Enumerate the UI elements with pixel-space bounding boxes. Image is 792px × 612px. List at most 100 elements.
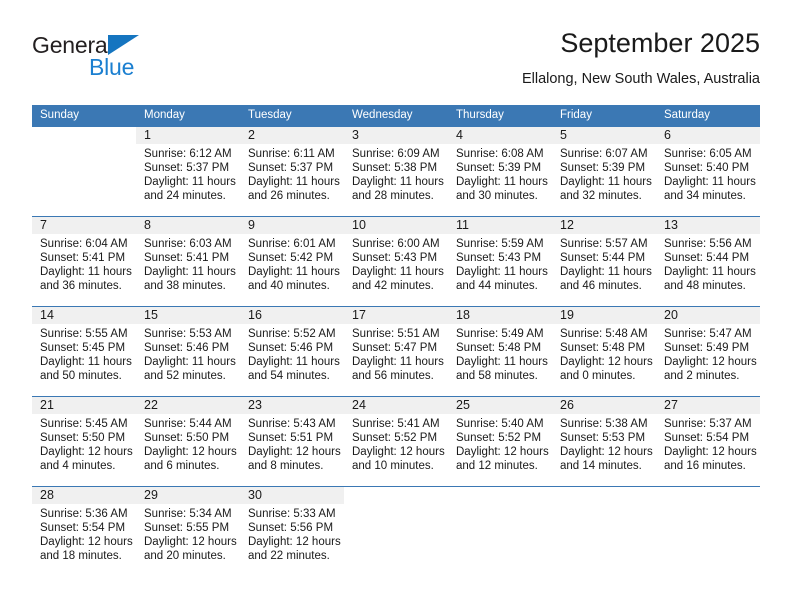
daylight-text-line2: and 32 minutes. [560,190,642,203]
day-cell-content[interactable]: 9 Sunrise: 6:01 AM Sunset: 5:42 PM Daylight… [240,217,344,306]
calendar-table: Sunday Monday Tuesday Wednesday Thursday… [32,105,760,576]
daylight-text-line2: and 26 minutes. [248,190,330,203]
day-cell-content[interactable]: 16 Sunrise: 5:52 AM Sunset: 5:46 PM Dayligh… [240,307,344,396]
day-cell-content[interactable]: 2 Sunrise: 6:11 AM Sunset: 5:37 PM Daylight… [240,127,344,216]
calendar-day-cell: 12 Sunrise: 5:57 AM Sunset: 5:44 PM Dayligh… [552,216,656,307]
day-cell-content[interactable]: 1 Sunrise: 6:12 AM Sunset: 5:37 PM Daylight… [136,127,240,216]
day-number: 11 [448,217,552,234]
day-cell-content[interactable]: 3 Sunrise: 6:09 AM Sunset: 5:38 PM Daylight… [344,127,448,216]
day-cell-content[interactable]: 29 Sunrise: 5:34 AM Sunset: 5:55 PM Dayligh… [136,487,240,576]
day-cell-content[interactable]: 26 Sunrise: 5:38 AM Sunset: 5:53 PM Dayligh… [552,397,656,486]
day-details: Sunrise: 5:33 AM Sunset: 5:56 PM Daylight:… [240,504,344,563]
calendar-day-cell: 2 Sunrise: 6:11 AM Sunset: 5:37 PM Daylight… [240,127,344,217]
sunrise-text: Sunrise: 6:08 AM [456,148,544,160]
calendar-day-cell: 19 Sunrise: 5:48 AM Sunset: 5:48 PM Dayligh… [552,306,656,397]
daylight-text-line1: Daylight: 12 hours [144,536,237,549]
sunset-text: Sunset: 5:52 PM [456,432,542,445]
day-cell-content[interactable]: 23 Sunrise: 5:43 AM Sunset: 5:51 PM Dayligh… [240,397,344,486]
daylight-text-line2: and 42 minutes. [352,280,434,293]
daylight-text-line2: and 20 minutes. [144,550,226,563]
location-subtitle: Ellalong, New South Wales, Australia [521,71,760,87]
calendar-day-cell: 18 Sunrise: 5:49 AM Sunset: 5:48 PM Dayligh… [448,306,552,397]
day-cell-content[interactable]: 4 Sunrise: 6:08 AM Sunset: 5:39 PM Daylight… [448,127,552,216]
sunset-text: Sunset: 5:41 PM [40,252,126,265]
day-cell-content[interactable]: 27 Sunrise: 5:37 AM Sunset: 5:54 PM Dayligh… [656,397,760,486]
calendar-day-cell: 24 Sunrise: 5:41 AM Sunset: 5:52 PM Dayligh… [344,396,448,487]
day-details: Sunrise: 5:55 AM Sunset: 5:45 PM Daylight:… [32,324,136,383]
sunset-text: Sunset: 5:41 PM [144,252,230,265]
day-details: Sunrise: 6:04 AM Sunset: 5:41 PM Daylight:… [32,234,136,293]
sunset-text: Sunset: 5:49 PM [664,342,750,355]
sunrise-text: Sunrise: 6:05 AM [664,148,752,160]
day-details: Sunrise: 6:00 AM Sunset: 5:43 PM Daylight:… [344,234,448,293]
day-cell-content[interactable]: 24 Sunrise: 5:41 AM Sunset: 5:52 PM Dayligh… [344,397,448,486]
daylight-text-line2: and 22 minutes. [248,550,330,563]
calendar-day-cell: 25 Sunrise: 5:40 AM Sunset: 5:52 PM Dayligh… [448,396,552,487]
weekday-header-monday: Monday [136,105,240,127]
day-number: 4 [448,127,552,144]
day-number: 14 [32,307,136,324]
sunrise-text: Sunrise: 6:12 AM [144,148,232,160]
sunset-text: Sunset: 5:39 PM [456,162,542,175]
day-cell-content[interactable]: 12 Sunrise: 5:57 AM Sunset: 5:44 PM Dayligh… [552,217,656,306]
daylight-text-line1: Daylight: 12 hours [40,446,133,459]
day-cell-content[interactable]: 11 Sunrise: 5:59 AM Sunset: 5:43 PM Dayligh… [448,217,552,306]
title-block: September 2025 Ellalong, New South Wales… [522,26,760,90]
weekday-header-row: Sunday Monday Tuesday Wednesday Thursday… [32,105,760,127]
day-cell-content[interactable]: 17 Sunrise: 5:51 AM Sunset: 5:47 PM Dayligh… [344,307,448,396]
daylight-text-line1: Daylight: 11 hours [248,356,340,369]
daylight-text-line2: and 58 minutes. [456,370,538,383]
day-number: 13 [656,217,760,234]
day-number [448,487,552,504]
day-cell-content[interactable]: 30 Sunrise: 5:33 AM Sunset: 5:56 PM Dayligh… [240,487,344,576]
sunrise-text: Sunrise: 5:37 AM [664,418,752,430]
day-cell-content[interactable]: 6 Sunrise: 6:05 AM Sunset: 5:40 PM Daylight… [656,127,760,216]
sunset-text: Sunset: 5:46 PM [144,342,230,355]
daylight-text-line2: and 8 minutes. [248,460,324,473]
day-cell-content[interactable]: 14 Sunrise: 5:55 AM Sunset: 5:45 PM Dayligh… [32,307,136,396]
daylight-text-line1: Daylight: 11 hours [352,176,444,189]
weekday-header-thursday: Thursday [448,105,552,127]
day-number: 5 [552,127,656,144]
day-details: Sunrise: 5:56 AM Sunset: 5:44 PM Daylight:… [656,234,760,293]
day-cell-content[interactable]: 18 Sunrise: 5:49 AM Sunset: 5:48 PM Dayligh… [448,307,552,396]
sunrise-text: Sunrise: 5:41 AM [352,418,440,430]
daylight-text-line2: and 28 minutes. [352,190,434,203]
day-cell-content[interactable]: 25 Sunrise: 5:40 AM Sunset: 5:52 PM Dayligh… [448,397,552,486]
day-cell-content[interactable]: 10 Sunrise: 6:00 AM Sunset: 5:43 PM Dayligh… [344,217,448,306]
day-number: 15 [136,307,240,324]
calendar-week-row: 1 Sunrise: 6:12 AM Sunset: 5:37 PM Daylight… [32,127,760,217]
calendar-week-row: 28 Sunrise: 5:36 AM Sunset: 5:54 PM Dayligh… [32,486,760,576]
daylight-text-line1: Daylight: 11 hours [664,266,756,279]
day-cell-content[interactable]: 20 Sunrise: 5:47 AM Sunset: 5:49 PM Dayligh… [656,307,760,396]
calendar-day-cell: 1 Sunrise: 6:12 AM Sunset: 5:37 PM Daylight… [136,127,240,217]
day-number: 17 [344,307,448,324]
daylight-text-line2: and 34 minutes. [664,190,746,203]
logo-triangle-icon [108,35,139,55]
daylight-text-line1: Daylight: 12 hours [560,356,653,369]
day-cell-content[interactable]: 21 Sunrise: 5:45 AM Sunset: 5:50 PM Dayligh… [32,397,136,486]
daylight-text-line1: Daylight: 12 hours [248,446,341,459]
daylight-text-line1: Daylight: 12 hours [560,446,653,459]
generalblue-logo[interactable]: General Blue [32,32,262,90]
day-cell-content[interactable]: 15 Sunrise: 5:53 AM Sunset: 5:46 PM Dayligh… [136,307,240,396]
day-details: Sunrise: 5:44 AM Sunset: 5:50 PM Daylight:… [136,414,240,473]
sunrise-text: Sunrise: 5:36 AM [40,508,128,520]
day-cell-content[interactable]: 22 Sunrise: 5:44 AM Sunset: 5:50 PM Dayligh… [136,397,240,486]
day-cell-content[interactable]: 7 Sunrise: 6:04 AM Sunset: 5:41 PM Daylight… [32,217,136,306]
day-cell-content[interactable]: 28 Sunrise: 5:36 AM Sunset: 5:54 PM Dayligh… [32,487,136,576]
calendar-day-cell [32,127,136,217]
daylight-text-line2: and 52 minutes. [144,370,226,383]
calendar-day-cell: 20 Sunrise: 5:47 AM Sunset: 5:49 PM Dayligh… [656,306,760,397]
sunrise-text: Sunrise: 5:40 AM [456,418,544,430]
sunrise-text: Sunrise: 5:33 AM [248,508,336,520]
day-cell-content[interactable]: 5 Sunrise: 6:07 AM Sunset: 5:39 PM Daylight… [552,127,656,216]
day-details: Sunrise: 6:03 AM Sunset: 5:41 PM Daylight:… [136,234,240,293]
sunrise-text: Sunrise: 6:09 AM [352,148,440,160]
daylight-text-line2: and 14 minutes. [560,460,642,473]
day-cell-content[interactable]: 8 Sunrise: 6:03 AM Sunset: 5:41 PM Daylight… [136,217,240,306]
daylight-text-line1: Daylight: 11 hours [144,266,236,279]
weekday-header-sunday: Sunday [32,105,136,127]
day-cell-content[interactable]: 19 Sunrise: 5:48 AM Sunset: 5:48 PM Dayligh… [552,307,656,396]
day-cell-content[interactable]: 13 Sunrise: 5:56 AM Sunset: 5:44 PM Dayligh… [656,217,760,306]
